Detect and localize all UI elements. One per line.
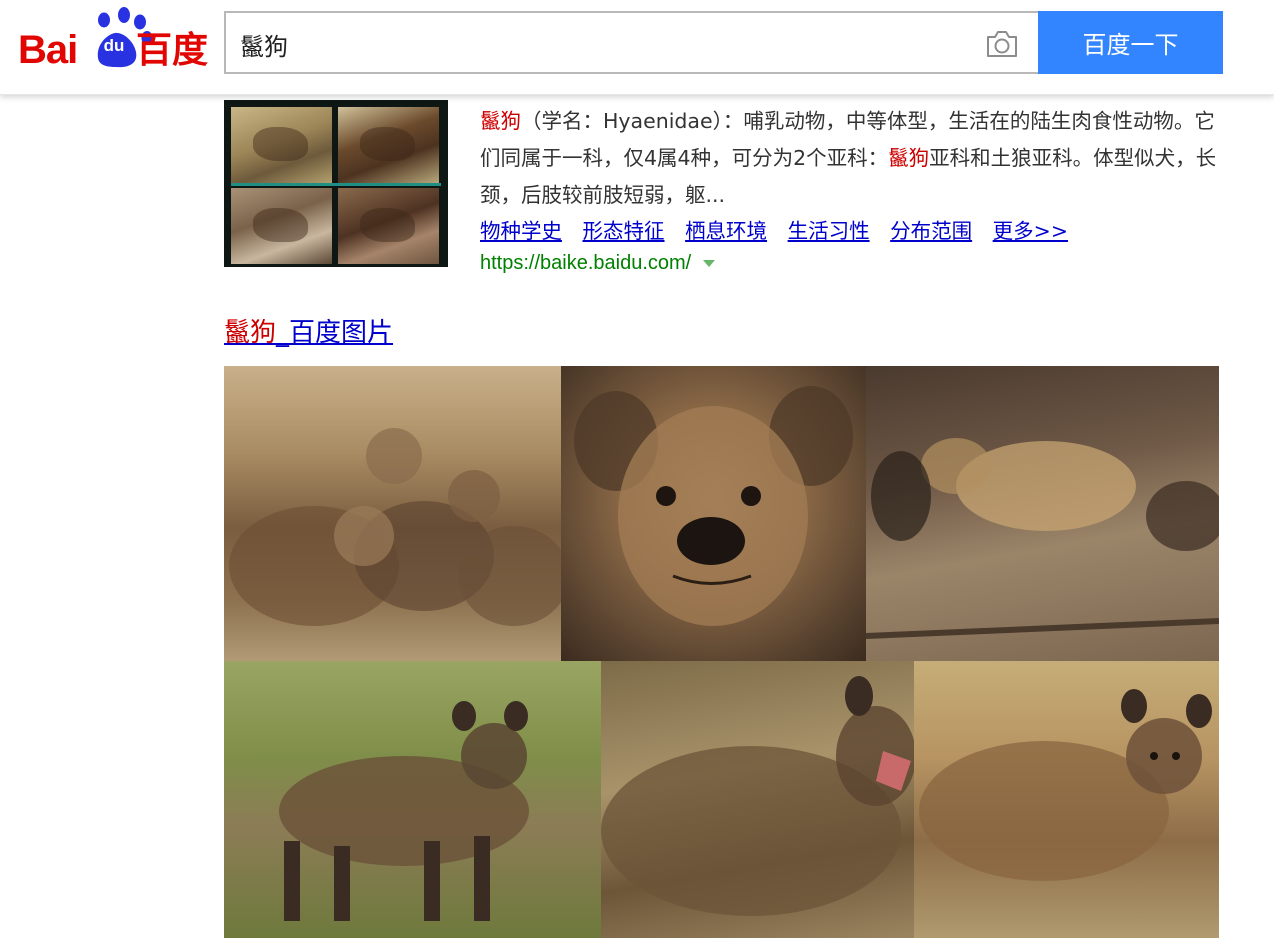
thumbnail-photo bbox=[338, 188, 439, 264]
url-dropdown-icon[interactable] bbox=[703, 260, 716, 268]
url-text: https://baike.baidu.com/ bbox=[480, 252, 692, 274]
result-sublinks: 物种学史 形态特征 栖息环境 生活习性 分布范围 更多>> bbox=[480, 213, 1082, 249]
search-header: Bai du 百度 百度一下 bbox=[0, 0, 1274, 95]
baidu-logo[interactable]: Bai du 百度 bbox=[16, 6, 210, 72]
images-section-title[interactable]: 鬣狗_百度图片 bbox=[224, 315, 393, 351]
thumbnail-photo bbox=[231, 107, 332, 183]
sublink-habitat[interactable]: 栖息环境 bbox=[685, 219, 767, 243]
thumbnail-photo bbox=[231, 188, 332, 264]
sublink-morphology[interactable]: 形态特征 bbox=[583, 219, 665, 243]
images-title-link[interactable]: 鬣狗_百度图片 bbox=[224, 318, 393, 348]
hyena-photo[interactable] bbox=[224, 366, 561, 661]
result-url: https://baike.baidu.com/ bbox=[480, 252, 716, 275]
sublink-habits[interactable]: 生活习性 bbox=[788, 219, 870, 243]
logo-text-du: du bbox=[103, 36, 125, 55]
hyena-photo[interactable] bbox=[601, 661, 914, 938]
sublink-more[interactable]: 更多>> bbox=[993, 219, 1068, 243]
sublink-distribution[interactable]: 分布范围 bbox=[890, 219, 972, 243]
hyena-photo[interactable] bbox=[224, 661, 601, 938]
hyena-photo[interactable] bbox=[866, 366, 1219, 661]
logo-text-bai: Bai bbox=[18, 28, 78, 72]
hyena-photo[interactable] bbox=[914, 661, 1219, 938]
keyword-highlight: 鬣狗 bbox=[888, 146, 930, 170]
result-thumbnail[interactable] bbox=[224, 100, 448, 267]
images-title-suffix: _百度图片 bbox=[276, 318, 394, 348]
camera-icon[interactable] bbox=[984, 29, 1020, 59]
result-abstract: 鬣狗（学名：Hyaenidae）：哺乳动物，中等体型，生活在的陆生肉食性动物。它… bbox=[480, 103, 1220, 214]
logo-text-cn: 百度 bbox=[136, 29, 209, 70]
search-button[interactable]: 百度一下 bbox=[1038, 11, 1223, 74]
thumbnail-photo bbox=[338, 107, 439, 183]
hyena-photo[interactable] bbox=[561, 366, 866, 661]
sublink-history[interactable]: 物种学史 bbox=[480, 219, 562, 243]
search-box bbox=[224, 11, 1038, 74]
keyword-highlight: 鬣狗 bbox=[480, 109, 521, 133]
search-input[interactable] bbox=[240, 25, 960, 63]
keyword-highlight: 鬣狗 bbox=[224, 318, 277, 348]
thumbnail-divider bbox=[231, 183, 441, 186]
